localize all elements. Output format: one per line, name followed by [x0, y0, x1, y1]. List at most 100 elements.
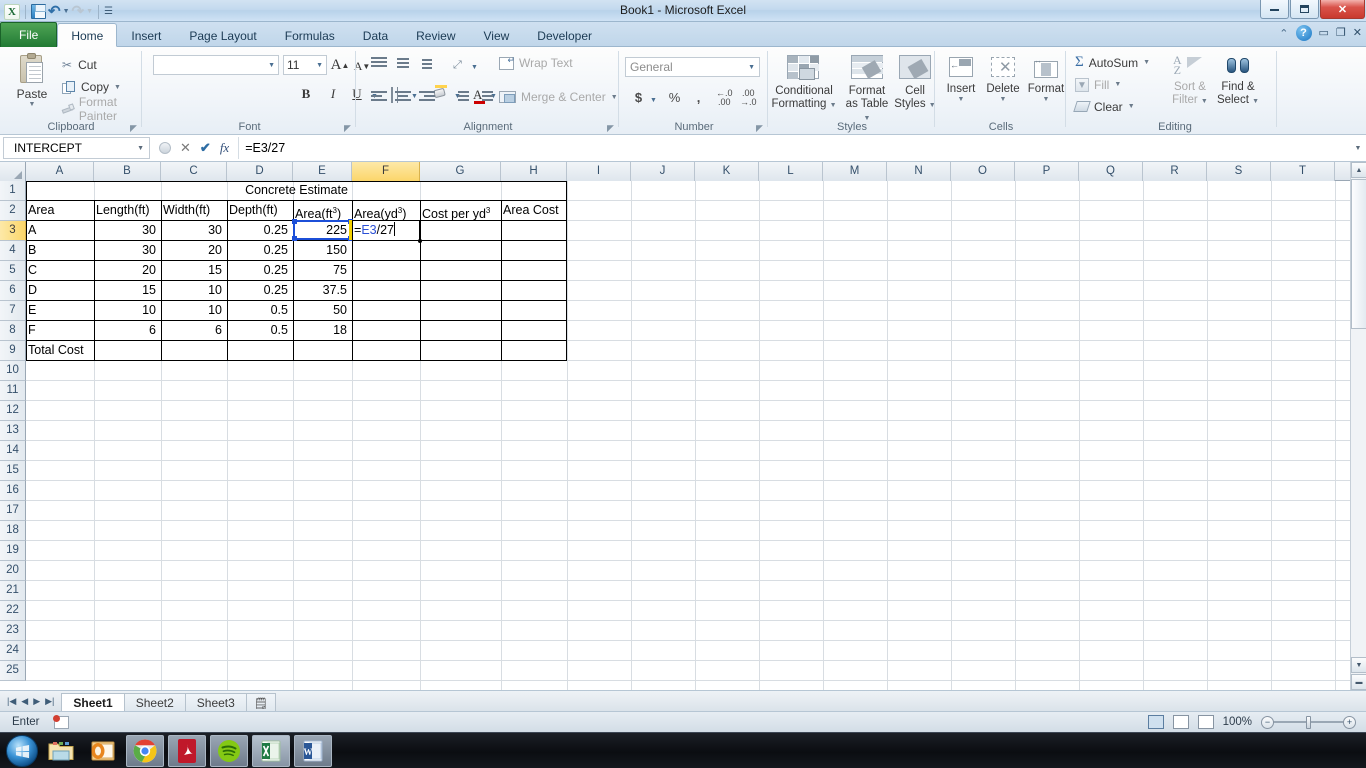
sort-filter-dropdown-icon[interactable]: ▼ [1201, 98, 1208, 105]
find-select-button[interactable]: Find & Select ▼ [1213, 55, 1263, 108]
taskbar-adobe-reader[interactable] [168, 735, 206, 767]
row-header-9[interactable]: 9 [0, 341, 26, 361]
align-center-button[interactable] [395, 91, 411, 106]
cell-area[interactable]: Concrete EstimateAreaLength(ft)Width(ft)… [26, 181, 1366, 690]
decrease-decimal-button[interactable]: .00→.0 [740, 89, 757, 107]
scroll-up-button[interactable]: ▲ [1351, 162, 1366, 178]
column-header-S[interactable]: S [1207, 162, 1271, 181]
conditional-formatting-dropdown-icon[interactable]: ▼ [830, 102, 837, 109]
row-header-8[interactable]: 8 [0, 321, 26, 341]
delete-cells-button[interactable]: ✕ Delete ▼ [982, 57, 1024, 103]
row-header-18[interactable]: 18 [0, 521, 26, 541]
taskbar-microsoft-excel[interactable] [252, 735, 290, 767]
ribbon-tab-data[interactable]: Data [349, 23, 402, 47]
column-header-J[interactable]: J [631, 162, 695, 181]
fill-button[interactable]: ▼ Fill ▼ [1075, 75, 1121, 94]
font-size-input[interactable]: 11 ▼ [283, 55, 327, 75]
taskbar-spotify[interactable] [210, 735, 248, 767]
ribbon-tab-view[interactable]: View [470, 23, 524, 47]
cell-b2-header[interactable]: Length(ft) [94, 201, 161, 220]
cell-styles-button[interactable]: Cell Styles ▼ [893, 55, 937, 112]
cell-g8[interactable] [420, 321, 498, 340]
cell-h3[interactable] [501, 221, 564, 240]
page-break-preview-button[interactable] [1198, 715, 1214, 729]
row-header-6[interactable]: 6 [0, 281, 26, 301]
cell-h2-header[interactable]: Area Cost [501, 201, 567, 220]
conditional-formatting-button[interactable]: Conditional Formatting ▼ [769, 55, 839, 112]
cell-a5[interactable]: C [26, 261, 91, 280]
copy-button[interactable]: Copy ▼ [62, 77, 121, 97]
close-button[interactable]: ✕ [1320, 0, 1365, 19]
minimize-ribbon-icon[interactable]: ⌃ [1279, 27, 1288, 40]
align-bottom-button[interactable] [419, 57, 435, 72]
cell-a8[interactable]: F [26, 321, 91, 340]
cell-c6[interactable]: 10 [161, 281, 224, 300]
row-header-17[interactable]: 17 [0, 501, 26, 521]
cell-e7[interactable]: 50 [293, 301, 349, 320]
cell-d5[interactable]: 0.25 [227, 261, 290, 280]
row-header-16[interactable]: 16 [0, 481, 26, 501]
taskbar-windows-explorer[interactable] [42, 735, 80, 767]
row-header-23[interactable]: 23 [0, 621, 26, 641]
cell-f3-editing[interactable]: =E3/27 [352, 220, 420, 241]
cell-d6[interactable]: 0.25 [227, 281, 290, 300]
ribbon-tab-insert[interactable]: Insert [117, 23, 175, 47]
fill-dropdown-icon[interactable]: ▼ [1114, 81, 1121, 88]
taskbar-microsoft-outlook[interactable] [84, 735, 122, 767]
cell-f6[interactable] [352, 281, 417, 300]
column-header-G[interactable]: G [420, 162, 501, 181]
normal-view-button[interactable] [1148, 715, 1164, 729]
row-header-4[interactable]: 4 [0, 241, 26, 261]
workbook-minimize-button[interactable]: ▭ [1319, 26, 1329, 40]
comma-style-button[interactable]: , [688, 87, 709, 108]
cell-a9-total-label[interactable]: Total Cost [26, 341, 94, 360]
column-header-T[interactable]: T [1271, 162, 1335, 181]
next-sheet-icon[interactable]: ▶ [33, 696, 40, 707]
cell-a2-header[interactable]: Area [26, 201, 94, 220]
column-header-Q[interactable]: Q [1079, 162, 1143, 181]
sheet-tabs[interactable]: Sheet1Sheet2Sheet3🗒 [61, 691, 274, 712]
clear-button[interactable]: Clear ▼ [1075, 97, 1135, 116]
cell-e4[interactable]: 150 [293, 241, 349, 260]
font-name-dropdown-icon[interactable]: ▼ [268, 58, 275, 73]
zoom-out-button[interactable]: − [1261, 716, 1274, 729]
cell-f8[interactable] [352, 321, 417, 340]
cell-c8[interactable]: 6 [161, 321, 224, 340]
cell-c3[interactable]: 30 [161, 221, 224, 240]
bold-button[interactable]: B [295, 83, 317, 105]
ribbon-tab-file[interactable]: File [0, 22, 57, 47]
fill-handle[interactable] [418, 239, 422, 243]
sheet-tab-sheet2[interactable]: Sheet2 [124, 693, 186, 712]
ribbon-right-controls[interactable]: ⌃ ? ▭ ❐ ✕ [1279, 25, 1362, 41]
vertical-scroll-thumb[interactable] [1351, 179, 1366, 329]
paste-button[interactable]: Paste ▼ [6, 53, 58, 108]
column-header-D[interactable]: D [227, 162, 293, 181]
row-header-5[interactable]: 5 [0, 261, 26, 281]
format-dropdown-icon[interactable]: ▼ [1026, 96, 1066, 103]
ribbon-tabs[interactable]: FileHomeInsertPage LayoutFormulasDataRev… [0, 22, 606, 47]
cell-g3[interactable] [420, 221, 498, 240]
ribbon-tab-home[interactable]: Home [57, 23, 117, 47]
zoom-in-button[interactable]: + [1343, 716, 1356, 729]
cell-g2-header[interactable]: Cost per yd3 [420, 201, 501, 220]
align-right-button[interactable] [419, 91, 435, 106]
autosum-dropdown-icon[interactable]: ▼ [1143, 59, 1150, 66]
row-header-10[interactable]: 10 [0, 361, 26, 381]
windows-start-button[interactable] [6, 735, 38, 767]
ribbon-tab-review[interactable]: Review [402, 23, 469, 47]
cell-b8[interactable]: 6 [94, 321, 158, 340]
alignment-dialog-launcher[interactable]: ◤ [607, 124, 616, 133]
row-header-2[interactable]: 2 [0, 201, 26, 221]
copy-dropdown-icon[interactable]: ▼ [114, 84, 121, 91]
taskbar-microsoft-word[interactable]: W [294, 735, 332, 767]
number-dialog-launcher[interactable]: ◤ [756, 124, 765, 133]
cell-b7[interactable]: 10 [94, 301, 158, 320]
insert-function-icon[interactable]: fx [220, 140, 229, 156]
scroll-down-button[interactable]: ▼ [1351, 657, 1366, 673]
clear-dropdown-icon[interactable]: ▼ [1128, 103, 1135, 110]
cell-c4[interactable]: 20 [161, 241, 224, 260]
row-header-15[interactable]: 15 [0, 461, 26, 481]
cell-e5[interactable]: 75 [293, 261, 349, 280]
number-format-select[interactable]: General ▼ [625, 57, 760, 77]
cell-g6[interactable] [420, 281, 498, 300]
